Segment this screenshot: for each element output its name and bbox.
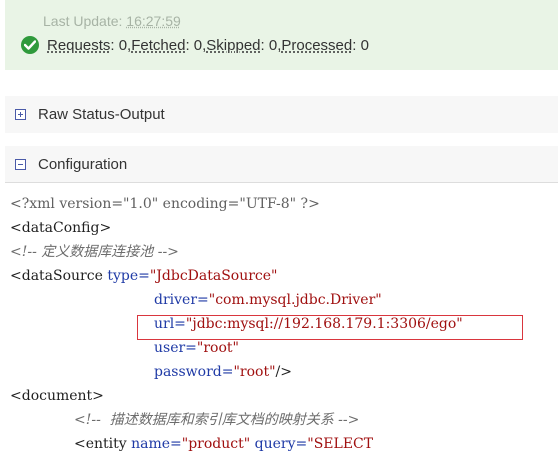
query-attr: query= — [254, 436, 308, 452]
collapse-minus-icon — [15, 158, 26, 170]
document-open-tag: <document> — [10, 388, 104, 404]
datasource-tag: <dataSource — [10, 268, 108, 284]
self-close: /> — [275, 364, 292, 380]
type-attr: type= — [107, 268, 150, 284]
user-attr: user= — [154, 340, 197, 356]
counts-row: Requests: 0, Fetched: 0, Skipped: 0, Pro… — [21, 36, 369, 54]
processed-value: : 0 — [352, 36, 369, 54]
entity-line: <entity name="product" query="SELECT — [74, 434, 373, 454]
skipped-label: Skipped — [206, 36, 261, 54]
requests-label: Requests — [47, 36, 111, 54]
raw-status-output-toggle[interactable]: Raw Status-Output — [5, 96, 558, 133]
driver-attr: driver= — [154, 292, 209, 308]
password-value: "root" — [233, 364, 276, 380]
mapping-comment: <!-- 描述数据库和索引库文档的映射关系 --> — [74, 412, 360, 428]
status-summary: Last Update: 16:27:59 Requests: 0, Fetch… — [5, 0, 558, 70]
name-attr: name= — [131, 436, 182, 452]
entity-tag: <entity — [74, 436, 132, 452]
password-attr: password= — [154, 364, 234, 380]
check-circle-icon — [21, 36, 39, 54]
driver-line: driver="com.mysql.jdbc.Driver" — [154, 290, 382, 310]
last-update-time: 16:27:59 — [126, 13, 181, 29]
name-value: "product" — [181, 436, 251, 452]
raw-status-output-label: Raw Status-Output — [38, 106, 165, 123]
query-value: "SELECT — [307, 436, 374, 452]
fetched-value: : 0, — [185, 36, 207, 54]
configuration-toggle[interactable]: Configuration — [5, 146, 558, 183]
url-highlight-box — [137, 315, 523, 340]
user-line: user="root" — [154, 338, 239, 358]
datasource-line: <dataSource type="JdbcDataSource" — [10, 266, 278, 286]
fetched-label: Fetched — [131, 36, 186, 54]
last-update: Last Update: 16:27:59 — [43, 13, 181, 29]
datasource-comment: <!-- 定义数据库连接池 --> — [10, 244, 179, 260]
password-line: password="root"/> — [154, 362, 292, 382]
configuration-label: Configuration — [38, 155, 128, 173]
expand-plus-icon — [15, 109, 26, 120]
driver-value: "com.mysql.jdbc.Driver" — [208, 292, 382, 308]
user-value: "root" — [196, 340, 239, 356]
last-update-label: Last Update: — [43, 13, 123, 29]
type-value: "JdbcDataSource" — [149, 268, 278, 284]
xml-declaration: <?xml version="1.0" encoding="UTF-8" ?> — [10, 196, 320, 212]
dataconfig-open-tag: <dataConfig> — [10, 220, 112, 236]
skipped-value: : 0, — [260, 36, 282, 54]
processed-label: Processed — [281, 36, 353, 54]
requests-value: : 0, — [110, 36, 132, 54]
